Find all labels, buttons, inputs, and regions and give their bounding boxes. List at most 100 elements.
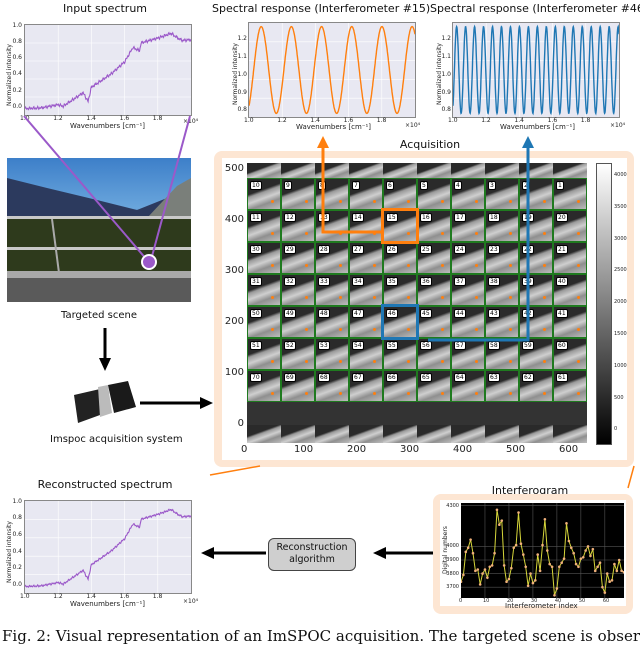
interferogram-point [565, 522, 568, 525]
tile-number: 15 [386, 213, 398, 222]
interferogram-point [567, 539, 571, 543]
x-tick: 10 [482, 598, 490, 604]
interferogram-point [579, 557, 583, 560]
interferogram-point [577, 565, 580, 569]
y-tick: 0.6 [12, 530, 22, 538]
interferogram-point [481, 572, 484, 575]
interferogram-point [483, 568, 487, 571]
interferogram-point [495, 508, 499, 512]
panel-connector-left [209, 465, 261, 476]
interferogram-xlabel: Interferometer index [505, 602, 578, 610]
interferogram-point [541, 543, 544, 547]
interferogram-point [486, 576, 489, 579]
interferogram-point [476, 568, 480, 571]
x-tick: 1.8 [152, 593, 163, 600]
x-tick: 1.2 [53, 593, 63, 600]
y-tick: 3900 [446, 557, 459, 563]
panel-connector-right [627, 465, 635, 489]
target-dot [407, 232, 410, 235]
x-tick: 1.4 [86, 593, 96, 600]
interferogram-point [555, 587, 559, 590]
interferogram-point [464, 550, 468, 554]
interferogram-point [471, 551, 475, 555]
interferogram-point [519, 542, 523, 546]
interferogram-yticks: 4300 4000 3900 3800 3700 [446, 503, 460, 598]
y-tick: 3800 [446, 570, 459, 577]
reconstructed-plot [24, 500, 192, 594]
interferogram-point [615, 569, 619, 573]
y-tick: 3700 [446, 584, 459, 591]
interferogram-point [500, 519, 504, 522]
interferogram-point [586, 545, 590, 548]
interferogram-point [507, 577, 511, 581]
interferogram-point [459, 580, 463, 584]
reconstructed-multiplier: ×10⁴ [183, 598, 199, 605]
interferogram-point [526, 584, 530, 588]
interferogram-point [550, 565, 554, 569]
figure-caption: Fig. 2: Visual representation of an ImSP… [2, 627, 640, 645]
interferogram-point [505, 580, 508, 584]
algo-line1: Reconstruction [276, 542, 348, 553]
interferogram-point [522, 553, 525, 556]
reconstructed-xlabel: Wavenumbers [cm⁻¹] [70, 600, 146, 608]
interferogram-point [517, 511, 520, 514]
algo-line2: algorithm [289, 554, 335, 565]
interferogram-point [548, 562, 551, 566]
interferometer-tile[interactable]: 46 [381, 304, 419, 340]
interferogram-point [510, 566, 513, 570]
interferogram-point [591, 547, 595, 551]
interferogram-point [581, 555, 585, 559]
x-tick: 1.0 [20, 593, 30, 600]
interferogram-point [538, 569, 542, 573]
interferogram-point [536, 553, 540, 556]
y-tick: 4000 [446, 543, 459, 550]
tile-number: 46 [386, 309, 398, 318]
interferometer-tile[interactable]: 15 [381, 208, 419, 244]
interferogram-plot [459, 503, 626, 598]
interferogram-point [608, 580, 611, 584]
reconstructed-chart [24, 501, 192, 593]
interferogram-point [620, 569, 623, 573]
interferogram-point [545, 549, 549, 552]
x-tick: 0 [459, 598, 463, 604]
interferogram-point [524, 565, 528, 569]
interferogram-point [534, 579, 537, 582]
interferogram-point [469, 538, 472, 541]
callout-orange-head [317, 136, 329, 148]
interferogram-point [543, 517, 547, 521]
interferogram-point [512, 546, 516, 550]
interferogram-point [478, 583, 482, 586]
interferogram-point [529, 572, 532, 575]
interferogram-point [562, 557, 566, 560]
interferogram-point [574, 562, 578, 566]
interferogram-point [569, 546, 573, 550]
target-dot [407, 328, 410, 331]
interferogram-point [617, 558, 621, 562]
interferogram-point [610, 579, 614, 582]
interferogram-point [603, 591, 607, 594]
interferogram-point [474, 569, 477, 573]
interferogram-point [502, 564, 506, 567]
interferogram-point [462, 573, 465, 577]
reconstructed-title: Reconstructed spectrum [37, 478, 173, 491]
y-tick: 0.4 [12, 547, 22, 555]
interferogram-point [560, 561, 563, 565]
y-tick: 4300 [446, 502, 459, 509]
interferogram-point [601, 585, 604, 589]
interferogram-chart [459, 503, 626, 598]
spectrum-line [24, 508, 192, 588]
y-tick: 0.0 [12, 580, 22, 588]
x-tick: 1.6 [119, 593, 130, 600]
y-tick: 0.8 [12, 514, 22, 522]
callout-blue-line [428, 145, 530, 342]
interferogram-point [553, 593, 556, 597]
interferogram-point [557, 565, 561, 569]
callout-orange-line [321, 145, 391, 234]
reconstruction-algorithm-box: Reconstruction algorithm [268, 538, 356, 571]
interferogram-point [531, 581, 535, 585]
interferogram-point [593, 569, 597, 573]
interferogram-point [490, 564, 494, 567]
callout-blue-head [522, 136, 534, 148]
interferogram-point [598, 561, 602, 565]
interferogram-point [589, 554, 592, 558]
